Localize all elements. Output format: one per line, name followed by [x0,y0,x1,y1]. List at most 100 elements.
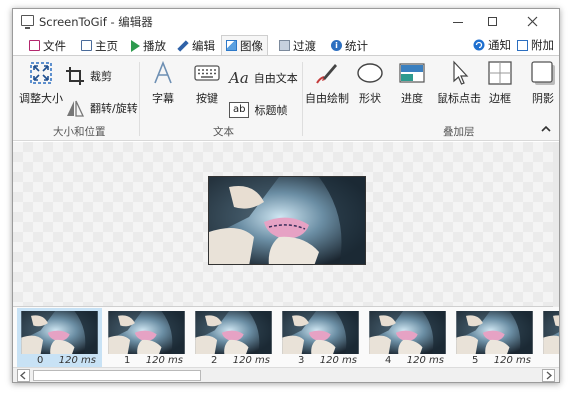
vertical-scrollbar[interactable] [553,142,559,307]
shadow-button[interactable]: 阴影 [530,60,556,106]
frame-number: 4 [385,355,392,366]
chevron-right-icon [546,371,552,380]
chevron-up-icon[interactable] [541,124,551,134]
resize-button[interactable]: 调整大小 [19,60,63,106]
tab-label: 过渡 [293,38,316,53]
crop-icon [66,67,84,85]
tab-image[interactable]: 图像 [221,35,268,55]
tab-transition[interactable]: 过渡 [275,36,320,55]
maximize-button[interactable] [475,9,509,33]
shapes-button[interactable]: 形状 [357,60,383,106]
shadow-label: 阴影 [532,92,554,105]
border-icon [488,61,512,85]
frame-thumbnail [195,311,272,354]
frame-delay: 120 ms [319,355,357,366]
keyboard-icon [194,65,220,81]
frame-item[interactable]: 3 120 ms [278,308,363,367]
extras-icon [517,39,528,51]
crop-button[interactable]: 裁剪 [65,66,112,86]
chevron-left-icon [20,371,26,380]
monitor-icon [21,15,34,29]
border-label: 边框 [489,92,511,105]
tab-label: 统计 [345,38,368,53]
frame-number: 3 [298,355,305,366]
group-separator [302,62,303,136]
scrollbar-thumb[interactable] [33,370,201,381]
resize-icon [30,62,52,84]
frame-delay: 120 ms [493,355,531,366]
transition-icon [279,40,290,51]
frame-number: 5 [472,355,479,366]
tab-home[interactable]: 主页 [77,36,122,55]
image-icon [226,40,237,51]
frame-item[interactable]: 2 120 ms [191,308,276,367]
frame-delay: 120 ms [232,355,270,366]
free-drawing-button[interactable]: 自由绘制 [305,60,349,106]
progress-label: 进度 [401,92,423,105]
group-label-size-position: 大小和位置 [53,126,106,138]
close-button[interactable] [515,9,549,33]
frame-thumbnail [543,311,559,354]
tab-label: 主页 [95,38,118,53]
video-frame-image [209,177,365,264]
window-title: ScreenToGif - 编辑器 [39,15,153,29]
crop-label: 裁剪 [90,70,112,83]
tab-edit[interactable]: 编辑 [173,36,219,55]
frame-delay: 120 ms [58,355,96,366]
title-frame-icon: ab [229,102,250,118]
frame-preview [208,176,366,265]
border-button[interactable]: 边框 [487,60,513,106]
frame-delay: 120 ms [406,355,444,366]
caption-icon [154,60,172,84]
frame-delay: 120 ms [145,355,183,366]
extras-button[interactable]: 附加 [517,37,554,53]
file-icon [29,40,40,51]
mouse-clicks-button[interactable]: 鼠标点击 [437,60,481,106]
mouse-clicks-label: 鼠标点击 [437,92,481,105]
notification-label: 通知 [488,38,511,52]
frame-thumbnail [21,311,98,354]
frame-item[interactable]: 0 120 ms [17,308,102,367]
frame-item[interactable]: 5 120 ms [452,308,537,367]
frame-item-partial[interactable] [539,308,559,367]
minimize-button[interactable] [441,9,475,33]
caption-button[interactable]: 字幕 [150,60,176,106]
tab-label: 图像 [240,38,263,53]
statistics-icon: i [331,40,342,51]
group-separator [139,62,140,136]
frame-thumbnail [456,311,533,354]
flip-rotate-button[interactable]: 翻转/旋转 [65,98,138,118]
group-label-text: 文本 [213,126,234,138]
free-text-button[interactable]: Aa 自由文本 [229,69,298,87]
title-frame-button[interactable]: ab 标题帧 [229,102,287,118]
frame-number: 2 [211,355,218,366]
ribbon-tabs: 文件 主页 播放 编辑 图像 过渡 i 统计 通知 附加 [13,33,559,55]
key-strokes-button[interactable]: 按键 [194,60,220,106]
shapes-label: 形状 [359,92,381,105]
free-text-label: 自由文本 [253,72,298,85]
horizontal-scrollbar[interactable] [13,367,559,382]
progress-icon [399,63,425,83]
extras-label: 附加 [531,38,554,52]
scroll-right-button[interactable] [542,369,555,382]
tab-statistics[interactable]: i 统计 [327,36,372,55]
notification-button[interactable]: 通知 [473,37,511,53]
tab-label: 文件 [43,38,66,53]
edit-icon [177,39,189,52]
frame-item[interactable]: 1 120 ms [104,308,189,367]
notification-icon [473,39,485,51]
title-bar: ScreenToGif - 编辑器 [13,9,559,33]
progress-button[interactable]: 进度 [399,60,425,106]
shapes-icon [357,63,383,83]
free-text-icon: Aa [229,69,249,87]
scroll-left-button[interactable] [17,369,30,382]
frame-list: 0 120 ms 1 120 ms 2 120 ms 3 120 ms 4 12… [13,307,559,367]
frame-item[interactable]: 4 120 ms [365,308,450,367]
cursor-icon [453,60,469,85]
caption-label: 字幕 [152,92,174,105]
tab-play[interactable]: 播放 [127,36,170,55]
close-icon [527,16,537,26]
frame-thumbnail [369,311,446,354]
tab-file[interactable]: 文件 [25,36,70,55]
ribbon-panel: 调整大小 裁剪 翻转/旋转 大小和位置 字幕 按键 Aa 自由文本 ab 标题帧… [13,55,559,141]
